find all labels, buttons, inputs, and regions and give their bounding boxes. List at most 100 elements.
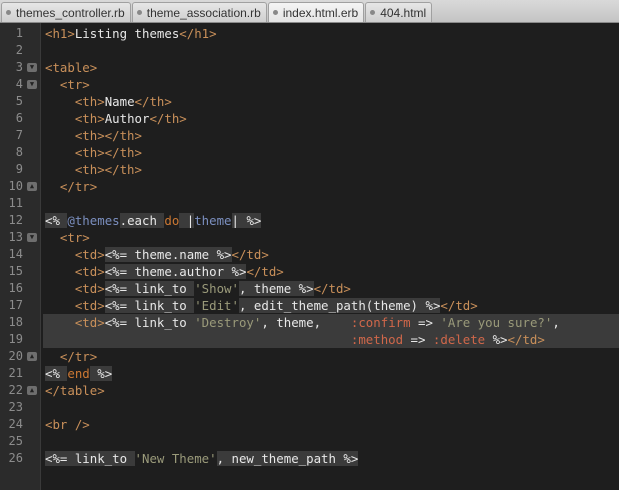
code-line[interactable]: 19 :method => :delete %></td> xyxy=(0,331,619,348)
line-number: 8 xyxy=(15,145,23,159)
code-line[interactable]: 15 <td><%= theme.author %></td> xyxy=(0,263,619,280)
code-token: => xyxy=(403,332,433,347)
code-text: <td><%= theme.author %></td> xyxy=(45,263,284,280)
code-text: <tr> xyxy=(45,229,90,246)
code-text: <table> xyxy=(45,59,97,76)
code-line[interactable]: 2 xyxy=(0,42,619,59)
code-line[interactable]: 22 ▲ </table> xyxy=(0,382,619,399)
code-token: <tr> xyxy=(59,230,90,245)
code-line[interactable]: 12 <% @themes.each do |theme| %> xyxy=(0,212,619,229)
code-line[interactable]: 14 <td><%= theme.name %></td> xyxy=(0,246,619,263)
code-token: <td> xyxy=(74,315,105,330)
code-token: </th> xyxy=(134,94,172,109)
code-line[interactable]: 25 xyxy=(0,433,619,450)
code-text: <td><%= link_to 'Destroy', theme, :confi… xyxy=(45,314,560,331)
code-token: | xyxy=(179,213,195,228)
code-token: </th> xyxy=(149,111,187,126)
code-line[interactable]: 18 <td><%= link_to 'Destroy', theme, :co… xyxy=(0,314,619,331)
code-line[interactable]: 16 <td><%= link_to 'Show', theme %></td> xyxy=(0,280,619,297)
line-number: 5 xyxy=(15,94,23,108)
fold-end-icon[interactable]: ▲ xyxy=(27,386,37,395)
tab-index-html-erb[interactable]: index.html.erb xyxy=(267,2,365,22)
line-number: 12 xyxy=(8,213,23,227)
code-line[interactable]: 26 <%= link_to 'New Theme', new_theme_pat… xyxy=(0,450,619,467)
tab-bar: themes_controller.rb theme_association.r… xyxy=(0,0,619,23)
code-token: <%= link_to xyxy=(104,298,195,313)
code-text: <% end %> xyxy=(45,365,113,382)
code-editor[interactable]: 1 <h1>Listing themes</h1> 2 3 ▼ <table> 4 ▼ <tr… xyxy=(0,23,619,490)
fold-start-icon[interactable]: ▼ xyxy=(27,80,37,89)
code-line[interactable]: 4 ▼ <tr> xyxy=(0,76,619,93)
line-number: 13 xyxy=(8,230,23,244)
line-number: 4 xyxy=(15,77,23,91)
code-line[interactable]: 7 <th></th> xyxy=(0,127,619,144)
code-token: , xyxy=(552,315,560,330)
code-line[interactable]: 10 ▲ </tr> xyxy=(0,178,619,195)
fold-start-icon[interactable]: ▼ xyxy=(27,233,37,242)
tab-dot-icon xyxy=(6,10,11,15)
code-token: theme xyxy=(194,213,232,228)
line-number: 21 xyxy=(8,366,23,380)
code-line[interactable]: 6 <th>Author</th> xyxy=(0,110,619,127)
tab-themes-controller[interactable]: themes_controller.rb xyxy=(1,2,131,22)
code-line[interactable]: 11 xyxy=(0,195,619,212)
code-line[interactable]: 24 <br /> xyxy=(0,416,619,433)
line-number: 11 xyxy=(8,196,23,210)
code-lines[interactable]: 1 <h1>Listing themes</h1> 2 3 ▼ <table> 4 ▼ <tr… xyxy=(0,25,619,467)
code-line[interactable]: 23 xyxy=(0,399,619,416)
code-line[interactable]: 3 ▼ <table> xyxy=(0,59,619,76)
code-token: do xyxy=(164,213,180,228)
tab-theme-association[interactable]: theme_association.rb xyxy=(131,2,267,22)
fold-end-icon[interactable]: ▲ xyxy=(27,352,37,361)
code-token: Author xyxy=(104,111,150,126)
tab-label: themes_controller.rb xyxy=(16,5,125,20)
code-token: 'New Theme' xyxy=(134,451,217,466)
tab-404-html[interactable]: 404.html xyxy=(365,2,433,22)
code-token: <td> xyxy=(74,281,105,296)
code-line[interactable]: 17 <td><%= link_to 'Edit', edit_theme_pa… xyxy=(0,297,619,314)
code-token: %> xyxy=(89,366,113,381)
code-token: <td> xyxy=(74,247,105,262)
code-token: 'Show' xyxy=(194,281,239,296)
fold-end-icon[interactable]: ▲ xyxy=(27,182,37,191)
line-number: 10 xyxy=(8,179,23,193)
code-token: <th> xyxy=(74,111,105,126)
code-token: <th> xyxy=(74,94,105,109)
code-text: <% @themes.each do |theme| %> xyxy=(45,212,262,229)
code-token: <% xyxy=(45,366,68,381)
line-number: 2 xyxy=(15,43,23,57)
code-token: <%= link_to xyxy=(104,281,195,296)
code-line[interactable]: 8 <th></th> xyxy=(0,144,619,161)
code-token: </td> xyxy=(246,264,284,279)
code-line[interactable]: 9 <th></th> xyxy=(0,161,619,178)
code-token: <%= theme.name %> xyxy=(104,247,232,262)
code-line[interactable]: 20 ▲ </tr> xyxy=(0,348,619,365)
line-number: 24 xyxy=(8,417,23,431)
code-text: <th></th> xyxy=(45,161,142,178)
tab-label: index.html.erb xyxy=(282,5,359,20)
code-token: <br /> xyxy=(45,417,90,432)
code-line[interactable]: 13 ▼ <tr> xyxy=(0,229,619,246)
code-text: :method => :delete %></td> xyxy=(45,331,545,348)
code-line[interactable]: 5 <th>Name</th> xyxy=(0,93,619,110)
code-token: Listing themes xyxy=(74,26,180,41)
code-token: </tr> xyxy=(59,179,98,194)
code-token: <%= theme.author %> xyxy=(104,264,247,279)
code-token: </td> xyxy=(313,281,351,296)
code-text: <h1>Listing themes</h1> xyxy=(45,25,217,42)
code-token: Name xyxy=(104,94,135,109)
line-number: 22 xyxy=(8,383,23,397)
code-token: <th></th> xyxy=(74,145,142,160)
fold-start-icon[interactable]: ▼ xyxy=(27,63,37,72)
tab-label: 404.html xyxy=(380,5,427,20)
line-number: 6 xyxy=(15,111,23,125)
code-token: <th></th> xyxy=(74,162,142,177)
code-token: :confirm xyxy=(350,315,411,330)
code-text: <tr> xyxy=(45,76,90,93)
code-line[interactable]: 21 <% end %> xyxy=(0,365,619,382)
code-line[interactable]: 1 <h1>Listing themes</h1> xyxy=(0,25,619,42)
